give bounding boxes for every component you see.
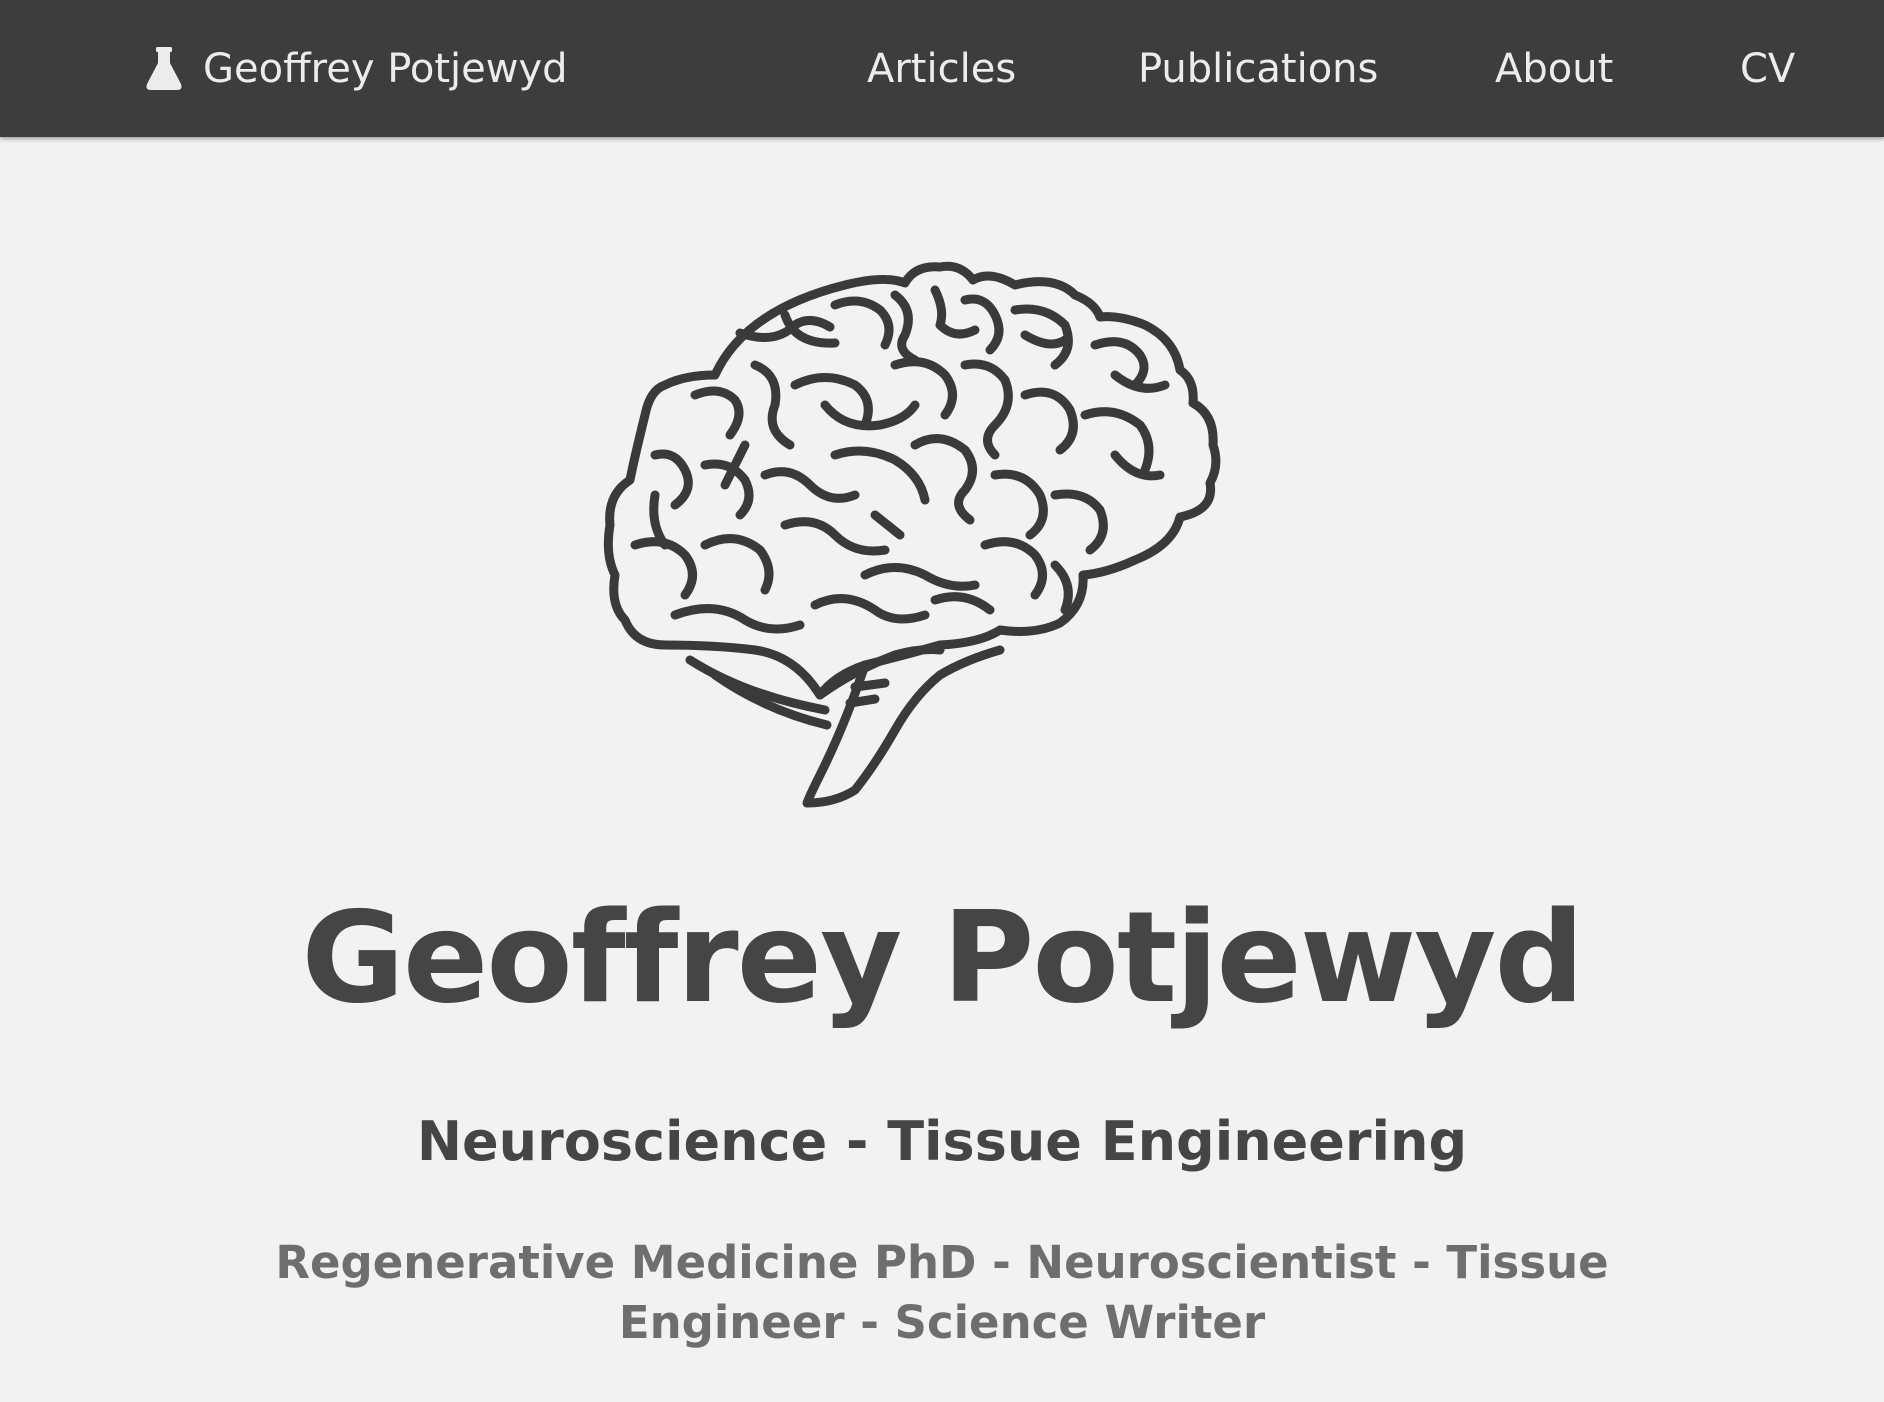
nav-link-publications[interactable]: Publications	[1138, 0, 1378, 137]
nav-link-about[interactable]: About	[1495, 0, 1613, 137]
page-tagline: Regenerative Medicine PhD - Neuroscienti…	[275, 1236, 1609, 1349]
nav-link-cv[interactable]: CV	[1740, 0, 1795, 137]
flask-icon	[146, 46, 182, 90]
brand-link[interactable]: Geoffrey Potjewyd	[145, 0, 568, 137]
page-title: Geoffrey Potjewyd	[301, 884, 1584, 1031]
brain-icon	[603, 261, 1221, 808]
top-navbar: Geoffrey Potjewyd Articles Publications …	[0, 0, 1884, 137]
page-subtitle: Neuroscience - Tissue Engineering	[416, 1110, 1468, 1173]
brand-name: Geoffrey Potjewyd	[203, 45, 568, 92]
nav-link-articles[interactable]: Articles	[867, 0, 1016, 137]
